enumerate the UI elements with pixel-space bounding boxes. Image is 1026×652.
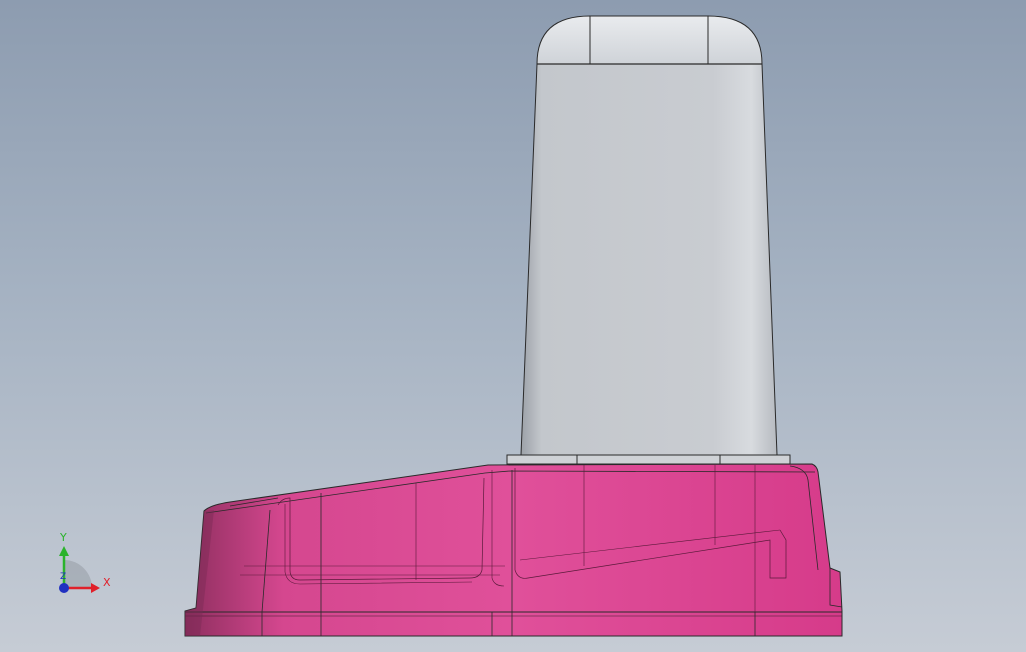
cap-collar[interactable] — [506, 454, 791, 465]
graphics-viewport[interactable]: Y X Z — [0, 0, 1026, 652]
cap-top-dome[interactable] — [536, 15, 763, 65]
base-part[interactable] — [184, 454, 843, 637]
axis-label-z: Z — [60, 572, 67, 582]
axis-label-x: X — [103, 576, 111, 589]
3d-model-scene[interactable] — [0, 0, 1026, 652]
axis-triad: Y X Z — [50, 530, 120, 600]
base-body[interactable] — [184, 463, 843, 637]
cap-part[interactable] — [520, 15, 778, 456]
cap-body[interactable] — [520, 63, 778, 456]
axis-label-y: Y — [60, 531, 67, 544]
